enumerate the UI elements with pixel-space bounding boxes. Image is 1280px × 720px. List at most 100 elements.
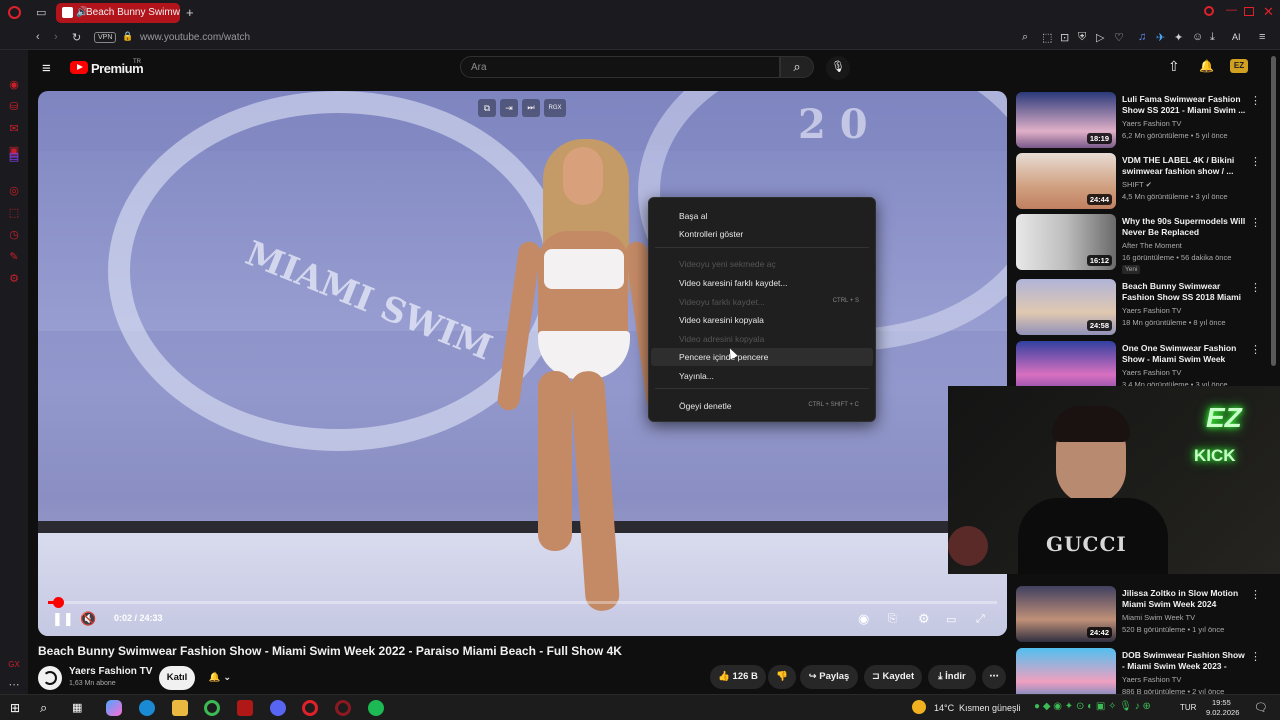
recommendation-item[interactable]: 24:44 VDM THE LABEL 4K / Bikini swimwear …: [1016, 153, 1266, 213]
hamburger-menu-icon[interactable]: ≡: [42, 60, 51, 77]
ai-button[interactable]: AI: [1232, 32, 1241, 42]
share-button[interactable]: ↪ Paylaş: [800, 665, 858, 689]
weather-temp[interactable]: 14°C: [934, 703, 954, 713]
upload-icon[interactable]: ⇧: [1168, 58, 1180, 75]
lock-icon[interactable]: 🔒: [122, 31, 133, 42]
music-icon[interactable]: ♫: [1138, 31, 1146, 43]
adblock-icon[interactable]: ⛨: [1078, 31, 1086, 44]
more-options-icon[interactable]: ⋮: [1250, 281, 1261, 294]
recommendation-channel[interactable]: SHIFT ✔: [1122, 180, 1152, 189]
messenger-icon[interactable]: ✉: [7, 122, 21, 136]
video-thumbnail[interactable]: 16:12: [1016, 214, 1116, 270]
recommendation-title[interactable]: Why the 90s Supermodels Will Never Be Re…: [1122, 216, 1248, 238]
close-window-button[interactable]: ✕: [1263, 4, 1274, 20]
new-tab-button[interactable]: +: [186, 5, 194, 20]
pause-button[interactable]: ❚❚: [52, 611, 74, 627]
heart-icon[interactable]: ♡: [1114, 31, 1124, 44]
history-icon[interactable]: ◷: [7, 228, 21, 242]
url-text[interactable]: www.youtube.com/watch: [140, 32, 250, 43]
more-sidebar-icon[interactable]: GX: [7, 658, 21, 672]
menu-icon[interactable]: ≡: [1259, 31, 1265, 43]
theater-mode-icon[interactable]: ▭: [946, 613, 956, 626]
video-editor-icon[interactable]: [237, 700, 253, 716]
video-thumbnail[interactable]: 24:42: [1016, 586, 1116, 642]
language-indicator[interactable]: TUR: [1180, 703, 1196, 712]
more-options-icon[interactable]: ⋮: [1250, 650, 1261, 663]
recommendation-channel[interactable]: Yaers Fashion TV: [1122, 675, 1181, 684]
copilot-icon[interactable]: [106, 700, 122, 716]
menu-item-save-video-as[interactable]: Videoyu farklı kaydet... CTRL + S: [651, 293, 873, 311]
discord-icon[interactable]: [270, 700, 286, 716]
menu-item-loop[interactable]: Başa al: [651, 207, 873, 225]
autoplay-toggle[interactable]: ◉: [858, 611, 869, 627]
reload-icon[interactable]: ↻: [72, 31, 81, 44]
edge-icon[interactable]: [139, 700, 155, 716]
pinboard-icon[interactable]: ✎: [7, 250, 21, 264]
minimize-button[interactable]: —: [1226, 4, 1237, 16]
crypto-icon[interactable]: ▷: [1096, 31, 1104, 44]
more-options-icon[interactable]: ⋮: [1250, 216, 1261, 229]
menu-item-save-frame-as[interactable]: Video karesini farklı kaydet...: [651, 274, 873, 292]
popout-icon[interactable]: ⧉: [478, 99, 496, 117]
recommendation-title[interactable]: One One Swimwear Fashion Show - Miami Sw…: [1122, 343, 1248, 367]
menu-item-copy-video-address[interactable]: Video adresini kopyala: [651, 330, 873, 348]
translate-icon[interactable]: ✈: [1156, 31, 1165, 44]
opera-taskbar-icon[interactable]: [302, 700, 318, 716]
speaker-icon[interactable]: 🔊: [76, 7, 88, 18]
progress-scrubber[interactable]: [53, 597, 64, 608]
extension-icon[interactable]: ⬚: [1042, 31, 1052, 44]
spotify-icon[interactable]: [368, 700, 384, 716]
more-actions-button[interactable]: ⋯: [982, 665, 1006, 689]
clock-date[interactable]: 9.02.2026: [1206, 708, 1239, 717]
mute-button[interactable]: 🔇: [80, 611, 96, 627]
shopping-icon[interactable]: ⛁: [7, 100, 21, 114]
opera-gx-taskbar-icon[interactable]: [335, 700, 351, 716]
menu-item-picture-in-picture[interactable]: Pencere içinde pencere: [651, 348, 873, 366]
puzzle-icon[interactable]: ✦: [1174, 31, 1183, 44]
settings-gear-icon[interactable]: ⚙: [918, 611, 930, 627]
notifications-bell-icon[interactable]: 🔔: [1199, 59, 1214, 73]
fullscreen-icon[interactable]: ⤢: [976, 613, 985, 626]
back-arrow-icon[interactable]: ‹: [36, 31, 40, 43]
search-taskbar-icon[interactable]: ⌕: [40, 700, 56, 716]
recommendation-title[interactable]: DOB Swimwear Fashion Show - Miami Swim W…: [1122, 650, 1248, 674]
enter-icon[interactable]: ⇥: [500, 99, 518, 117]
recommendation-channel[interactable]: Yaers Fashion TV: [1122, 119, 1181, 128]
vpn-badge[interactable]: VPN: [94, 32, 117, 43]
dislike-button[interactable]: 👎: [768, 665, 796, 689]
weather-desc[interactable]: Kısmen güneşli: [959, 703, 1021, 713]
menu-item-cast[interactable]: Yayınla...: [651, 367, 873, 385]
video-thumbnail[interactable]: 18:19: [1016, 92, 1116, 148]
skip-icon[interactable]: ⏭: [522, 99, 540, 117]
more-options-icon[interactable]: ⋮: [1250, 155, 1261, 168]
rgx-badge[interactable]: RGX: [544, 99, 566, 117]
file-explorer-icon[interactable]: [172, 700, 188, 716]
ai-sidebar-icon[interactable]: ◉: [7, 78, 21, 92]
download-icon[interactable]: ⤓: [1210, 31, 1215, 44]
page-scrollbar[interactable]: [1271, 56, 1276, 366]
channel-name[interactable]: Yaers Fashion TV: [69, 666, 152, 677]
channel-avatar[interactable]: [38, 666, 62, 690]
snapshot-icon[interactable]: ⊡: [1060, 31, 1069, 44]
more-options-icon[interactable]: ⋮: [1250, 588, 1261, 601]
youtube-logo[interactable]: Premium TR: [70, 59, 170, 79]
recommendation-channel[interactable]: Miami Swim Week TV: [1122, 613, 1195, 622]
tab-youtube-active[interactable]: 🔊 Beach Bunny Swimwear: [56, 3, 180, 23]
menu-item-inspect[interactable]: Ögeyi denetle CTRL + SHIFT + C: [651, 397, 873, 415]
tab-overview-icon[interactable]: ▭: [36, 6, 46, 19]
menu-item-show-controls[interactable]: Kontrolleri göster: [651, 225, 873, 243]
sidebar-menu-icon[interactable]: ⋯: [7, 678, 21, 692]
notification-bell-button[interactable]: 🔔 ⌄: [200, 666, 240, 690]
more-options-icon[interactable]: ⋮: [1250, 94, 1261, 107]
recommendation-title[interactable]: VDM THE LABEL 4K / Bikini swimwear fashi…: [1122, 155, 1248, 177]
join-button[interactable]: Katıl: [159, 666, 195, 690]
tray-icons[interactable]: ● ◆ ◉ ✦ ⊙ ◐ ▣ ✧ 🎙 ♪ ⊕: [1034, 701, 1151, 712]
recommendation-item[interactable]: 16:12 Why the 90s Supermodels Will Never …: [1016, 214, 1266, 274]
forward-arrow-icon[interactable]: ›: [54, 31, 58, 43]
settings-icon[interactable]: ⚙: [7, 272, 21, 286]
like-button[interactable]: 👍 126 B: [710, 665, 766, 689]
account-avatar[interactable]: EZ: [1230, 59, 1248, 73]
task-view-icon[interactable]: ▦: [72, 700, 88, 716]
maximize-button[interactable]: [1244, 7, 1254, 16]
profile-icon[interactable]: ☺: [1192, 31, 1203, 43]
